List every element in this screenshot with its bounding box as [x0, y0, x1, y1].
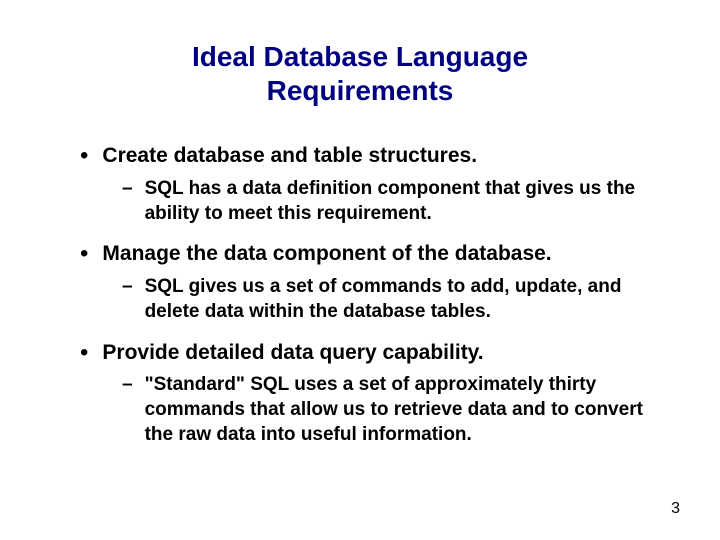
title-line-2: Requirements [267, 75, 454, 106]
bullet-text: Provide detailed data query capability. [102, 339, 483, 366]
dash-icon: – [122, 177, 133, 202]
bullet-text: Manage the data component of the databas… [102, 240, 551, 267]
bullet-sub-text: SQL gives us a set of commands to add, u… [145, 275, 650, 324]
bullet-sub-item-3: – "Standard" SQL uses a set of approxima… [122, 373, 660, 447]
title-line-1: Ideal Database Language [192, 41, 528, 72]
bullet-item-3: • Provide detailed data query capability… [80, 339, 660, 368]
dash-icon: – [122, 373, 133, 398]
bullet-dot-icon: • [80, 240, 88, 269]
bullet-item-2: • Manage the data component of the datab… [80, 240, 660, 269]
bullet-text: Create database and table structures. [102, 142, 477, 169]
bullet-dot-icon: • [80, 339, 88, 368]
slide-content: • Create database and table structures. … [60, 142, 660, 447]
page-number: 3 [671, 500, 680, 518]
bullet-sub-text: "Standard" SQL uses a set of approximate… [145, 373, 650, 447]
bullet-item-1: • Create database and table structures. [80, 142, 660, 171]
bullet-dot-icon: • [80, 142, 88, 171]
bullet-sub-text: SQL has a data definition component that… [145, 177, 650, 226]
slide: Ideal Database Language Requirements • C… [0, 0, 720, 540]
bullet-sub-item-2: – SQL gives us a set of commands to add,… [122, 275, 660, 324]
slide-title: Ideal Database Language Requirements [60, 40, 660, 107]
dash-icon: – [122, 275, 133, 300]
bullet-sub-item-1: – SQL has a data definition component th… [122, 177, 660, 226]
